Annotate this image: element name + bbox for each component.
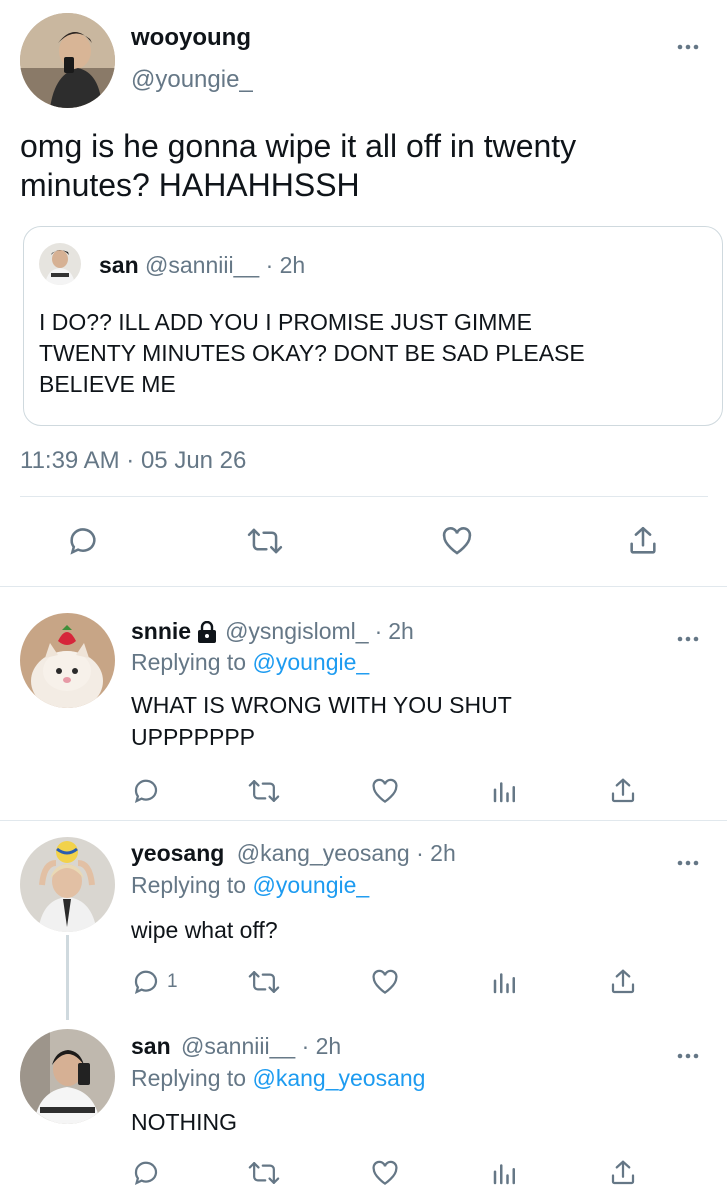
more-icon[interactable] <box>677 626 699 647</box>
reply-actions <box>0 776 727 816</box>
analytics-icon[interactable] <box>490 967 520 997</box>
reply-text-line: UPPPPPPP <box>131 724 255 750</box>
separator: · <box>374 618 383 644</box>
avatar[interactable] <box>20 613 115 708</box>
reply-icon[interactable] <box>66 524 100 558</box>
divider <box>0 820 727 821</box>
display-name[interactable]: wooyoung <box>131 24 251 52</box>
reply-text: NOTHING <box>131 1109 238 1135</box>
timestamp[interactable]: 2h <box>388 618 414 645</box>
reply-text: WHAT IS WRONG WITH YOU SHUT UPPPPPPP <box>131 689 512 753</box>
timestamp[interactable]: 2h <box>280 252 306 278</box>
display-name[interactable]: snnie <box>131 618 191 645</box>
analytics-icon[interactable] <box>490 1158 520 1188</box>
replying-to: Replying to @youngie_ <box>131 649 369 676</box>
handle[interactable]: @kang_yeosang <box>237 840 410 866</box>
like-icon[interactable] <box>440 524 474 558</box>
handle[interactable]: @youngie_ <box>131 66 253 94</box>
retweet-icon[interactable] <box>247 524 283 558</box>
timestamp[interactable]: 2h <box>430 840 456 866</box>
divider <box>0 586 727 587</box>
retweet-icon[interactable] <box>248 1158 280 1188</box>
replying-prefix: Replying to <box>131 1065 247 1091</box>
tweet-actions <box>0 524 727 564</box>
separator: · <box>265 252 274 278</box>
handle[interactable]: @ysngisloml_ <box>225 618 369 645</box>
reply-actions <box>0 1158 727 1198</box>
divider <box>20 496 708 497</box>
lock-icon <box>197 620 217 643</box>
separator: · <box>416 840 424 866</box>
replying-prefix: Replying to <box>131 872 247 898</box>
reply-actions: 1 <box>0 967 727 1007</box>
mention-link[interactable]: @kang_yeosang <box>252 1065 425 1091</box>
like-icon[interactable] <box>370 776 400 806</box>
quoted-tweet[interactable]: san @sanniii__ · 2h I DO?? ILL ADD YOU I… <box>23 226 723 426</box>
more-icon[interactable] <box>677 34 699 55</box>
reply-text: wipe what off? <box>131 917 278 943</box>
display-name[interactable]: san <box>131 1033 171 1059</box>
handle[interactable]: @sanniii__ <box>181 1033 295 1059</box>
tweet-text-line: minutes? HAHAHHSSH <box>20 167 360 203</box>
tweet-timestamp[interactable]: 11:39 AM · 05 Jun 26 <box>20 447 246 475</box>
replying-prefix: Replying to <box>131 649 247 675</box>
reply-icon[interactable] <box>131 776 161 806</box>
reply-count: 1 <box>167 971 178 992</box>
avatar <box>39 243 81 285</box>
separator: · <box>301 1033 310 1059</box>
like-icon[interactable] <box>370 1158 400 1188</box>
mention-link[interactable]: @youngie_ <box>252 872 369 898</box>
display-name[interactable]: yeosang <box>131 840 224 866</box>
reply-icon[interactable]: 1 <box>131 967 178 997</box>
quoted-header: san @sanniii__ · 2h <box>99 252 305 279</box>
reply-header: yeosang @kang_yeosang · 2h <box>131 840 456 867</box>
reply-header: san @sanniii__ · 2h <box>131 1033 341 1060</box>
share-icon[interactable] <box>626 524 660 558</box>
avatar[interactable] <box>20 837 115 932</box>
tweet-text: omg is he gonna wipe it all off in twent… <box>20 127 576 205</box>
quoted-text-line: BELIEVE ME <box>39 371 176 397</box>
analytics-icon[interactable] <box>490 776 520 806</box>
quoted-text-line: I DO?? ILL ADD YOU I PROMISE JUST GIMME <box>39 309 532 335</box>
reply-text-line: WHAT IS WRONG WITH YOU SHUT <box>131 692 512 718</box>
retweet-icon[interactable] <box>248 967 280 997</box>
reply-icon[interactable] <box>131 1158 161 1188</box>
mention-link[interactable]: @youngie_ <box>252 649 369 675</box>
tweet-text-line: omg is he gonna wipe it all off in twent… <box>20 128 577 164</box>
retweet-icon[interactable] <box>248 776 280 806</box>
like-icon[interactable] <box>370 967 400 997</box>
display-name[interactable]: san <box>99 252 139 278</box>
share-icon[interactable] <box>608 1158 638 1188</box>
avatar[interactable] <box>20 13 115 108</box>
quoted-text-line: TWENTY MINUTES OKAY? DONT BE SAD PLEASE <box>39 340 585 366</box>
timestamp[interactable]: 2h <box>316 1033 342 1059</box>
handle[interactable]: @sanniii__ <box>145 252 259 278</box>
quoted-text: I DO?? ILL ADD YOU I PROMISE JUST GIMME … <box>39 307 585 400</box>
share-icon[interactable] <box>608 967 638 997</box>
replying-to: Replying to @youngie_ <box>131 872 369 899</box>
avatar[interactable] <box>20 1029 115 1124</box>
reply-header: snnie @ysngisloml_ · 2h <box>131 618 414 645</box>
share-icon[interactable] <box>608 776 638 806</box>
replying-to: Replying to @kang_yeosang <box>131 1065 425 1092</box>
more-icon[interactable] <box>677 1043 699 1064</box>
more-icon[interactable] <box>677 850 699 871</box>
